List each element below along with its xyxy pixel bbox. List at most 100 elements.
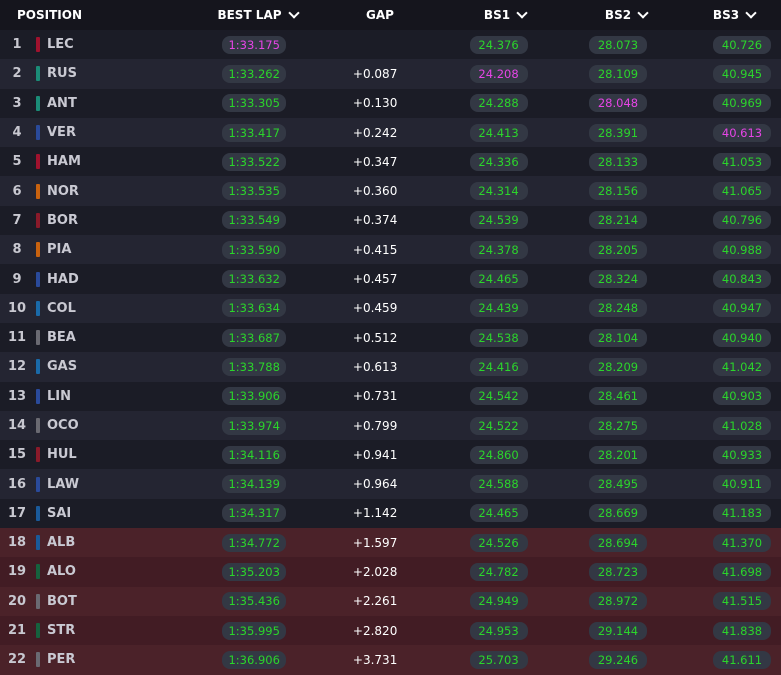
gap-value: +0.613: [352, 359, 398, 374]
team-color-bar: [36, 418, 40, 433]
bs3-cell: 41.065: [678, 182, 781, 201]
bs1-cell: 24.949: [439, 592, 557, 611]
position-number: 16: [8, 476, 27, 492]
bs1-time: 24.949: [469, 592, 528, 611]
position-number: 22: [8, 652, 27, 668]
bs1-cell: 24.336: [439, 152, 557, 171]
header-bs2[interactable]: BS2: [565, 6, 687, 22]
best-lap-cell: 1:33.175: [197, 35, 311, 54]
bs2-cell: 28.156: [558, 182, 678, 201]
table-row[interactable]: 20 BOT 1:35.436 +2.261 24.949 28.972 41.515: [0, 586, 781, 616]
table-row[interactable]: 2 RUS 1:33.262 +0.087 24.208 28.109 40.945: [0, 59, 781, 89]
table-row[interactable]: 21 STR 1:35.995 +2.820 24.953 29.144 41.838: [0, 615, 781, 646]
table-row[interactable]: 9 HAD 1:33.632 +0.457 24.465 28.324 40.843: [0, 264, 781, 294]
driver-code: GAS: [47, 359, 78, 375]
bs1-time: 24.860: [469, 445, 528, 464]
bs3-time: 40.843: [713, 270, 771, 289]
best-lap-time: 1:33.549: [222, 211, 286, 230]
position-number: 6: [12, 183, 22, 199]
position-number: 7: [12, 212, 22, 228]
table-row[interactable]: 1 LEC 1:33.175 24.376 28.073 40.726: [0, 30, 781, 60]
gap-cell: +2.028: [311, 565, 439, 579]
table-row[interactable]: 12 GAS 1:33.788 +0.613 24.416 28.209 41.042: [0, 352, 781, 382]
gap-value: +0.459: [352, 301, 398, 316]
table-row[interactable]: 6 NOR 1:33.535 +0.360 24.314 28.156 41.065: [0, 176, 781, 206]
bs1-cell: 25.703: [439, 650, 557, 669]
team-color-bar: [36, 623, 40, 639]
bs2-time: 28.214: [588, 211, 647, 230]
bs1-cell: 24.314: [439, 182, 557, 201]
table-row[interactable]: 10 COL 1:33.634 +0.459 24.439 28.248 40.947: [0, 293, 781, 323]
table-row[interactable]: 16 LAW 1:34.139 +0.964 24.588 28.495 40.911: [0, 469, 781, 499]
position-number: 11: [8, 330, 27, 346]
position-cell: 2 RUS: [0, 66, 197, 82]
gap-value: +0.457: [352, 272, 398, 287]
bs1-time: 24.465: [469, 504, 528, 523]
bs3-time: 41.838: [713, 621, 771, 640]
position-number: 13: [8, 388, 27, 404]
position-cell: 3 ANT: [0, 95, 197, 111]
bs2-cell: 28.275: [558, 416, 678, 435]
bs2-cell: 28.205: [558, 240, 678, 259]
table-row[interactable]: 4 VER 1:33.417 +0.242 24.413 28.391 40.613: [0, 117, 781, 148]
best-lap-time: 1:33.417: [222, 123, 286, 142]
best-lap-cell: 1:36.906: [197, 650, 311, 669]
position-cell: 13 LIN: [0, 388, 197, 404]
position-cell: 17 SAI: [0, 505, 197, 521]
gap-value: +0.374: [352, 213, 398, 228]
bs2-time: 28.133: [588, 152, 647, 171]
gap-cell: +3.731: [311, 653, 439, 667]
bs2-cell: 29.144: [558, 621, 678, 640]
header-position[interactable]: POSITION: [0, 8, 200, 22]
best-lap-cell: 1:35.436: [197, 592, 311, 611]
team-color-bar: [36, 154, 40, 170]
table-row[interactable]: 3 ANT 1:33.305 +0.130 24.288 28.048 40.969: [0, 88, 781, 118]
table-row[interactable]: 13 LIN 1:33.906 +0.731 24.542 28.461 40.903: [0, 381, 781, 411]
bs3-cell: 40.613: [678, 123, 781, 142]
bs2-time: 28.209: [588, 357, 647, 376]
bs3-cell: 40.911: [678, 475, 781, 494]
gap-cell: +1.597: [311, 536, 439, 550]
team-color-bar: [36, 66, 40, 82]
chevron-down-icon: [516, 6, 528, 19]
table-row[interactable]: 11 BEA 1:33.687 +0.512 24.538 28.104 40.940: [0, 322, 781, 353]
table-row[interactable]: 18 ALB 1:34.772 +1.597 24.526 28.694 41.370: [0, 528, 781, 558]
table-row[interactable]: 5 HAM 1:33.522 +0.347 24.336 28.133 41.053: [0, 147, 781, 177]
bs1-cell: 24.288: [439, 94, 557, 113]
bs1-time: 24.288: [469, 94, 528, 113]
table-row[interactable]: 22 PER 1:36.906 +3.731 25.703 29.246 41.611: [0, 645, 781, 675]
header-gap[interactable]: GAP: [315, 8, 445, 22]
position-number: 5: [12, 154, 22, 170]
bs3-cell: 41.042: [678, 357, 781, 376]
table-row[interactable]: 7 BOR 1:33.549 +0.374 24.539 28.214 40.796: [0, 205, 781, 236]
table-row[interactable]: 17 SAI 1:34.317 +1.142 24.465 28.669 41.183: [0, 498, 781, 529]
team-color-bar: [36, 535, 40, 551]
gap-cell: +0.457: [311, 272, 439, 286]
bs2-time: 29.246: [588, 650, 647, 669]
table-header: POSITION BEST LAP GAP BS1 BS2 BS3: [0, 0, 781, 30]
table-row[interactable]: 15 HUL 1:34.116 +0.941 24.860 28.201 40.933: [0, 440, 781, 470]
header-best-lap[interactable]: BEST LAP: [200, 6, 315, 22]
driver-code: NOR: [47, 183, 79, 199]
bs2-cell: 28.324: [558, 270, 678, 289]
team-color-bar: [36, 330, 40, 346]
best-lap-cell: 1:34.116: [197, 445, 311, 464]
driver-code: ANT: [47, 95, 77, 111]
bs2-time: 28.723: [588, 562, 647, 581]
bs1-cell: 24.465: [439, 504, 557, 523]
bs2-time: 28.324: [588, 270, 647, 289]
table-row[interactable]: 19 ALO 1:35.203 +2.028 24.782 28.723 41.698: [0, 557, 781, 587]
bs1-cell: 24.378: [439, 240, 557, 259]
gap-cell: +0.731: [311, 389, 439, 403]
driver-code: LIN: [47, 388, 72, 404]
gap-value: +0.512: [352, 330, 398, 345]
bs1-time: 24.526: [469, 533, 528, 552]
gap-value: +1.597: [352, 535, 398, 550]
best-lap-cell: 1:33.417: [197, 123, 311, 142]
table-row[interactable]: 8 PIA 1:33.590 +0.415 24.378 28.205 40.988: [0, 235, 781, 265]
bs1-time: 24.336: [469, 152, 528, 171]
table-row[interactable]: 14 OCO 1:33.974 +0.799 24.522 28.275 41.028: [0, 410, 781, 441]
header-bs3[interactable]: BS3: [687, 6, 781, 22]
driver-code: OCO: [47, 418, 79, 433]
header-bs1[interactable]: BS1: [445, 6, 565, 22]
